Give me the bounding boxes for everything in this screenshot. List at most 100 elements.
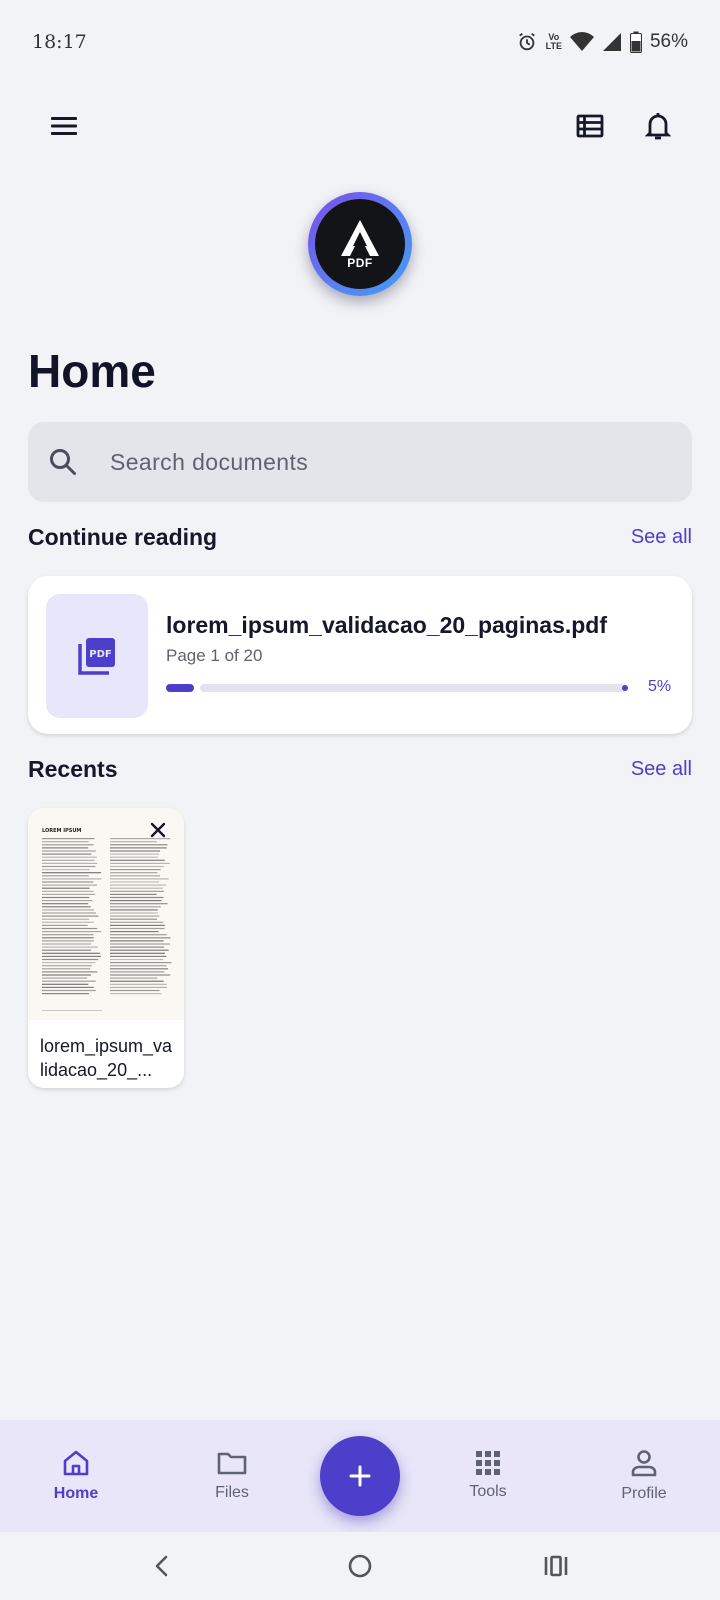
preview-text-line	[110, 993, 162, 995]
preview-text-line	[42, 918, 89, 920]
preview-text-line	[42, 971, 98, 973]
preview-text-line	[42, 878, 102, 880]
preview-text-line	[42, 952, 100, 954]
nav-files-label: Files	[215, 1484, 249, 1501]
system-back-button[interactable]	[144, 1548, 180, 1584]
preview-text-line	[42, 921, 94, 923]
preview-text-line	[42, 856, 97, 858]
preview-text-line	[42, 949, 92, 951]
preview-text-line	[110, 900, 162, 902]
preview-text-line	[42, 924, 88, 926]
preview-text-line	[42, 884, 98, 886]
nav-home-label: Home	[53, 1485, 99, 1502]
hamburger-menu-icon	[51, 117, 77, 135]
nav-files[interactable]: Files	[172, 1420, 292, 1532]
preview-text-line	[42, 965, 92, 967]
battery-icon	[629, 31, 642, 53]
list-view-button[interactable]	[570, 106, 610, 146]
app-logo-badge: PDF	[315, 199, 405, 289]
preview-text-line	[110, 986, 167, 988]
plus-icon	[349, 1465, 371, 1487]
continue-reading-see-all-link[interactable]: See all	[631, 526, 692, 549]
preview-text-line	[110, 865, 165, 868]
recent-document-card[interactable]: LOREM IPSUM lorem_ipsum_validacao_20_...	[28, 808, 184, 1088]
preview-text-line	[110, 927, 165, 930]
preview-text-line	[42, 844, 94, 846]
preview-text-line	[110, 915, 160, 917]
preview-text-line	[42, 912, 96, 914]
progress-track	[200, 684, 626, 692]
preview-text-line	[42, 931, 102, 933]
preview-text-line	[110, 980, 164, 982]
preview-text-line	[42, 962, 96, 964]
preview-text-line	[42, 869, 90, 871]
preview-text-line	[110, 974, 171, 976]
preview-text-line	[110, 983, 167, 985]
menu-button[interactable]	[44, 106, 84, 146]
status-bar: 18:17 Vo LTE 56%	[0, 0, 720, 84]
preview-text-line	[42, 927, 98, 930]
preview-text-line	[110, 850, 161, 852]
preview-text-line	[42, 881, 94, 883]
progress-end-dot	[622, 685, 628, 691]
preview-footer-line	[42, 1010, 102, 1011]
preview-text-line	[110, 896, 164, 899]
preview-text-line	[42, 900, 93, 902]
preview-text-line	[110, 884, 167, 886]
preview-text-line	[110, 875, 161, 877]
preview-text-line	[42, 893, 96, 895]
search-input[interactable]	[110, 448, 630, 476]
preview-text-line	[42, 887, 90, 889]
preview-text-line	[110, 962, 172, 964]
preview-text-line	[42, 841, 89, 843]
add-document-fab[interactable]	[320, 1436, 400, 1516]
app-logo-mark-icon	[341, 220, 379, 256]
list-view-icon	[576, 114, 604, 138]
search-bar[interactable]	[28, 422, 692, 502]
preview-text-line	[110, 977, 158, 979]
app-logo: PDF	[308, 192, 412, 296]
document-thumbnail: PDF	[46, 594, 148, 718]
continue-reading-header: Continue reading See all	[28, 524, 692, 551]
pdf-file-icon-label: PDF	[89, 649, 111, 660]
wifi-icon	[569, 32, 594, 51]
preview-text-line	[110, 844, 168, 846]
nav-tools[interactable]: Tools	[428, 1420, 548, 1532]
system-home-button[interactable]	[342, 1548, 378, 1584]
preview-text-line	[42, 915, 99, 917]
nav-profile[interactable]: Profile	[584, 1420, 704, 1532]
preview-text-line	[110, 934, 167, 936]
system-recents-button[interactable]	[538, 1548, 574, 1584]
preview-text-line	[42, 838, 95, 840]
preview-text-line	[110, 924, 165, 926]
notifications-button[interactable]	[638, 106, 678, 146]
recents-see-all-link[interactable]: See all	[631, 758, 692, 781]
preview-text-line	[110, 952, 165, 954]
preview-text-line	[110, 903, 168, 905]
battery-level: 56%	[649, 31, 688, 52]
preview-text-line	[42, 955, 101, 957]
preview-text-line	[110, 965, 167, 967]
recent-apps-icon	[544, 1555, 568, 1577]
preview-text-line	[110, 955, 167, 957]
preview-text-line	[110, 881, 160, 883]
continue-reading-card[interactable]: PDF lorem_ipsum_validacao_20_paginas.pdf…	[28, 576, 692, 734]
document-page-info: Page 1 of 20	[166, 646, 263, 665]
preview-text-line	[42, 946, 99, 948]
progress-fill	[166, 684, 194, 692]
preview-text-line	[42, 943, 91, 945]
preview-heading: LOREM IPSUM	[42, 828, 81, 834]
preview-text-line	[42, 865, 96, 868]
grid-icon	[476, 1451, 500, 1475]
signal-icon	[602, 33, 621, 51]
preview-text-line	[110, 921, 164, 923]
home-icon	[63, 1450, 89, 1476]
nav-home[interactable]: Home	[16, 1420, 136, 1532]
nav-tools-label: Tools	[469, 1483, 507, 1500]
system-navigation-bar	[0, 1532, 720, 1600]
remove-recent-button[interactable]	[146, 818, 170, 842]
preview-text-line	[110, 940, 164, 942]
preview-text-line	[110, 893, 157, 895]
progress-percent: 5%	[648, 678, 672, 695]
preview-text-line	[42, 890, 94, 892]
